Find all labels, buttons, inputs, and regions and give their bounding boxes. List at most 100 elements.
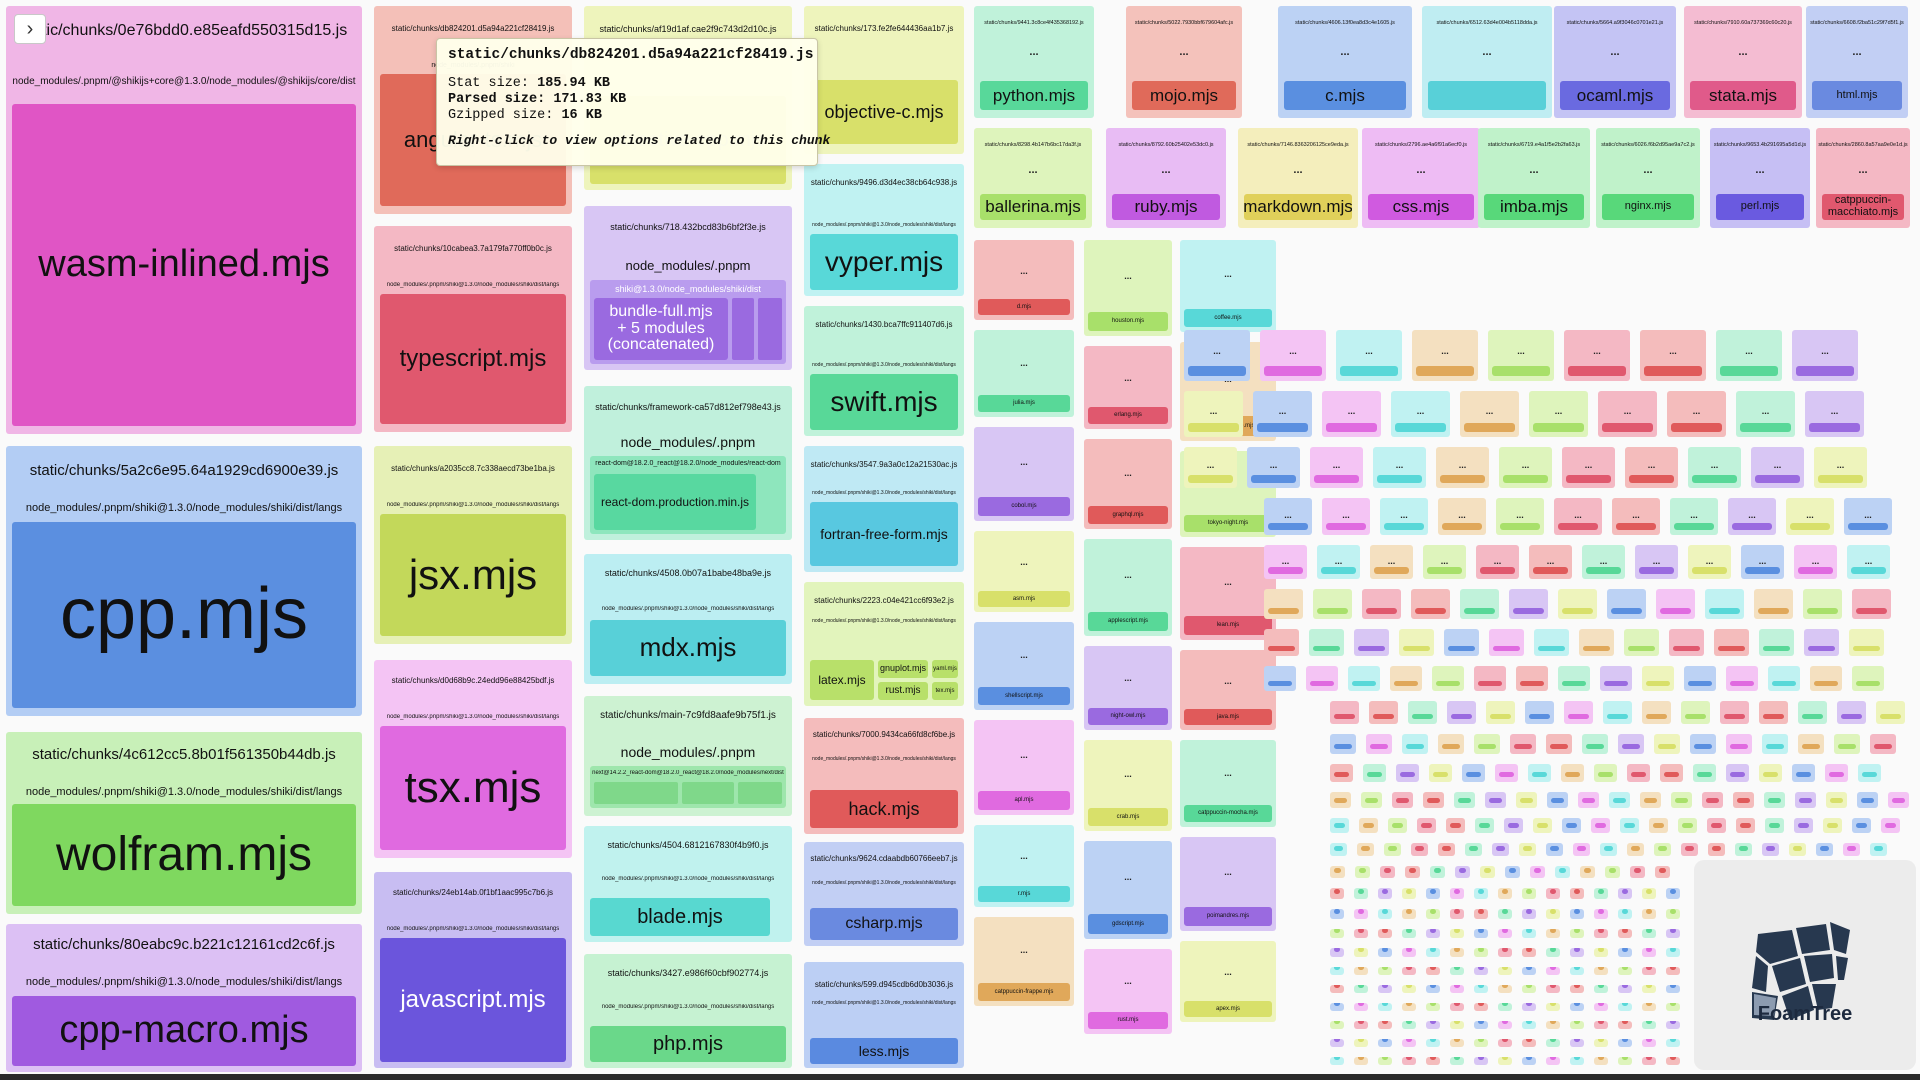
module-small[interactable]: ballerina.mjs bbox=[980, 194, 1086, 220]
module-small[interactable] bbox=[1534, 868, 1541, 873]
module-small[interactable] bbox=[1646, 985, 1652, 988]
module-small[interactable] bbox=[1688, 681, 1712, 686]
chunk-small[interactable] bbox=[1498, 1003, 1512, 1011]
chunk-small[interactable] bbox=[1852, 589, 1891, 619]
module-small[interactable] bbox=[1740, 423, 1791, 432]
chunk-small[interactable] bbox=[1594, 967, 1608, 975]
chunk-small[interactable]: ... bbox=[1640, 330, 1706, 381]
module-small[interactable] bbox=[1740, 823, 1751, 828]
module-small[interactable] bbox=[1406, 1057, 1412, 1060]
module-small[interactable] bbox=[1523, 846, 1532, 851]
module-small[interactable] bbox=[1718, 646, 1745, 651]
module-small[interactable] bbox=[1509, 868, 1516, 873]
chunk-small[interactable] bbox=[1498, 1057, 1512, 1065]
chunk-small[interactable] bbox=[1474, 909, 1488, 919]
chunk-small[interactable] bbox=[1485, 792, 1506, 808]
chunk-small[interactable]: static/chunks/7146.8363206125ce9eda.js..… bbox=[1238, 128, 1358, 228]
module-small[interactable] bbox=[1358, 909, 1364, 914]
chunk-small[interactable] bbox=[1803, 589, 1842, 619]
chunk-small[interactable] bbox=[1450, 1003, 1464, 1011]
module-small[interactable] bbox=[1496, 846, 1505, 851]
module-small[interactable] bbox=[1646, 1003, 1652, 1006]
module-small[interactable] bbox=[1622, 1003, 1628, 1006]
chunk-small[interactable] bbox=[1388, 818, 1407, 833]
module-small[interactable] bbox=[1529, 714, 1550, 719]
chunk-small[interactable]: ... bbox=[1562, 447, 1615, 488]
module-small[interactable] bbox=[1415, 608, 1446, 614]
chunk-small[interactable] bbox=[1578, 792, 1599, 808]
module-small[interactable] bbox=[1730, 772, 1745, 777]
module-small[interactable] bbox=[1334, 1021, 1340, 1024]
module-small[interactable]: r.mjs bbox=[978, 886, 1070, 902]
chunk-small[interactable] bbox=[1355, 866, 1370, 878]
chunk-small[interactable]: ... bbox=[1391, 391, 1450, 437]
module-small[interactable] bbox=[1520, 798, 1533, 803]
module-small[interactable] bbox=[1574, 909, 1580, 914]
chunk-small[interactable]: ... bbox=[1412, 330, 1478, 381]
module-small[interactable] bbox=[1622, 889, 1628, 894]
module-small[interactable] bbox=[1604, 681, 1628, 686]
module-small[interactable] bbox=[1629, 475, 1674, 483]
chunk-small[interactable] bbox=[1450, 888, 1464, 899]
module-small[interactable] bbox=[1820, 846, 1829, 851]
chunk-small[interactable]: ... bbox=[1460, 391, 1519, 437]
module-small[interactable] bbox=[1598, 1039, 1604, 1042]
chunk-small[interactable] bbox=[1642, 1039, 1656, 1047]
module-small[interactable] bbox=[1499, 772, 1514, 777]
chunk-small[interactable] bbox=[1795, 792, 1816, 808]
module-small[interactable] bbox=[1670, 967, 1676, 970]
chunk-small[interactable] bbox=[1618, 1021, 1632, 1029]
module-small[interactable] bbox=[1428, 81, 1546, 110]
module-small[interactable] bbox=[1538, 646, 1565, 651]
module-small[interactable]: coffee.mjs bbox=[1184, 309, 1272, 327]
module-small[interactable] bbox=[1574, 1039, 1580, 1042]
chunk-small[interactable] bbox=[1402, 888, 1416, 899]
chunk-small[interactable] bbox=[1594, 985, 1608, 993]
chunk-small[interactable] bbox=[1454, 792, 1475, 808]
chunk-small[interactable] bbox=[1474, 1057, 1488, 1065]
module-small[interactable] bbox=[1646, 909, 1652, 914]
chunk-swift[interactable]: static/chunks/1430.bca7ffc911407d6.js no… bbox=[804, 306, 964, 436]
chunk-small[interactable]: ... rust.mjs bbox=[1084, 949, 1172, 1034]
module-small[interactable] bbox=[1442, 744, 1460, 749]
chunk-small[interactable] bbox=[1594, 1003, 1608, 1011]
module-small[interactable] bbox=[1334, 909, 1340, 914]
module-small[interactable] bbox=[1598, 909, 1604, 914]
module-small[interactable] bbox=[1861, 798, 1874, 803]
chunk-small[interactable] bbox=[1642, 929, 1656, 938]
module-small[interactable] bbox=[1394, 681, 1418, 686]
module-small[interactable] bbox=[1613, 798, 1626, 803]
chunk-small[interactable] bbox=[1707, 818, 1726, 833]
module-small[interactable] bbox=[1400, 772, 1415, 777]
module-small[interactable] bbox=[1434, 868, 1441, 873]
module-small[interactable] bbox=[1737, 798, 1750, 803]
module-small[interactable] bbox=[1334, 823, 1345, 828]
module-small[interactable] bbox=[1454, 1003, 1460, 1006]
module-rust[interactable]: rust.mjs bbox=[878, 682, 928, 700]
chunk-small[interactable] bbox=[1857, 792, 1878, 808]
chunk-typescript[interactable]: static/chunks/10cabea3.7a179fa770ff0b0c.… bbox=[374, 226, 572, 432]
module-small[interactable]: tokyo-night.mjs bbox=[1184, 515, 1272, 532]
chunk-small[interactable] bbox=[1402, 1057, 1416, 1065]
module-small[interactable] bbox=[1478, 929, 1484, 933]
module-small[interactable] bbox=[1430, 889, 1436, 894]
chunk-small[interactable] bbox=[1843, 843, 1860, 856]
chunk-small[interactable] bbox=[1823, 818, 1842, 833]
module-small[interactable] bbox=[1574, 948, 1580, 952]
chunk-small[interactable]: ... bbox=[1436, 447, 1489, 488]
chunk-small[interactable] bbox=[1354, 888, 1368, 899]
module-small[interactable] bbox=[1412, 714, 1433, 719]
chunk-small[interactable] bbox=[1702, 792, 1723, 808]
chunk-small[interactable] bbox=[1609, 792, 1630, 808]
chunk-small[interactable] bbox=[1558, 666, 1590, 691]
chunk-small[interactable] bbox=[1474, 948, 1488, 957]
chunk-small[interactable] bbox=[1330, 948, 1344, 957]
module-small[interactable] bbox=[1334, 889, 1340, 894]
module-small[interactable] bbox=[1692, 475, 1737, 483]
module-small[interactable]: lean.mjs bbox=[1184, 616, 1272, 635]
chunk-small[interactable] bbox=[1450, 1057, 1464, 1065]
chunk-small[interactable]: ... bbox=[1688, 545, 1731, 579]
module-small[interactable] bbox=[1796, 772, 1811, 777]
chunk-small[interactable] bbox=[1705, 589, 1744, 619]
chunk-small[interactable] bbox=[1655, 866, 1670, 878]
